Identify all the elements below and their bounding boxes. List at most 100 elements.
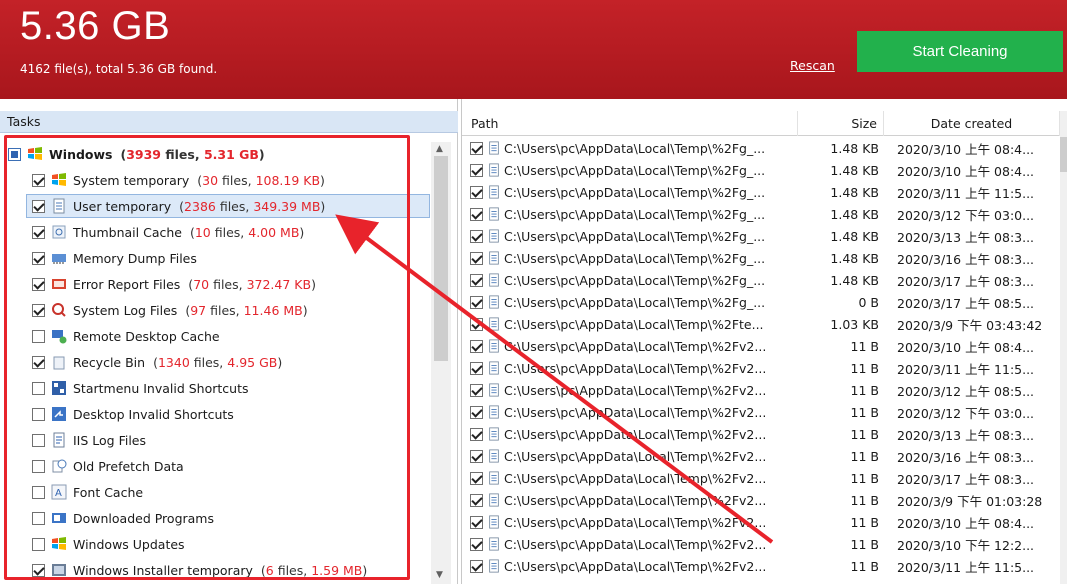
task-checkbox[interactable] — [32, 173, 45, 187]
task-checkbox[interactable] — [32, 225, 45, 239]
task-item-thumbnail-cache[interactable]: Thumbnail Cache (10 files, 4.00 MB) — [32, 220, 430, 244]
file-checkbox[interactable] — [470, 317, 483, 331]
file-row[interactable]: C:\Users\pc\AppData\Local\Temp\%2Fte... 1… — [462, 313, 1060, 335]
file-checkbox[interactable] — [470, 405, 483, 419]
file-checkbox[interactable] — [470, 515, 483, 529]
file-row[interactable]: C:\Users\pc\AppData\Local\Temp\%2Fv2... 1… — [462, 357, 1060, 379]
file-row[interactable]: C:\Users\pc\AppData\Local\Temp\%2Fv2... 1… — [462, 335, 1060, 357]
task-item-old-prefetch-data[interactable]: Old Prefetch Data — [32, 454, 430, 478]
file-checkbox[interactable] — [470, 273, 483, 287]
task-checkbox[interactable] — [32, 381, 45, 395]
font-icon: A — [51, 484, 67, 500]
file-checkbox[interactable] — [470, 229, 483, 243]
file-checkbox[interactable] — [470, 493, 483, 507]
task-checkbox[interactable] — [32, 511, 45, 525]
file-row[interactable]: C:\Users\pc\AppData\Local\Temp\%2Fg_... 1… — [462, 269, 1060, 291]
task-checkbox[interactable] — [32, 459, 45, 473]
file-checkbox[interactable] — [470, 537, 483, 551]
task-name: Desktop Invalid Shortcuts — [73, 406, 234, 422]
file-checkbox[interactable] — [470, 361, 483, 375]
file-row[interactable]: C:\Users\pc\AppData\Local\Temp\%2Fg_... 0… — [462, 291, 1060, 313]
task-checkbox[interactable] — [32, 485, 45, 499]
start-cleaning-button[interactable]: Start Cleaning — [857, 31, 1063, 72]
file-icon — [487, 272, 501, 288]
file-size: 1.48 KB — [830, 184, 879, 200]
file-checkbox[interactable] — [470, 471, 483, 485]
task-checkbox[interactable] — [32, 277, 45, 291]
file-checkbox[interactable] — [470, 295, 483, 309]
task-item-iis-log-files[interactable]: IIS Log Files — [32, 428, 430, 452]
file-row[interactable]: C:\Users\pc\AppData\Local\Temp\%2Fg_... 1… — [462, 159, 1060, 181]
file-row[interactable]: C:\Users\pc\AppData\Local\Temp\%2Fg_... 1… — [462, 247, 1060, 269]
task-item-recycle-bin[interactable]: Recycle Bin (1340 files, 4.95 GB) — [32, 350, 430, 374]
file-row[interactable]: C:\Users\pc\AppData\Local\Temp\%2Fv2... 1… — [462, 445, 1060, 467]
column-header-size[interactable]: Size — [798, 111, 884, 136]
task-item-startmenu-invalid-shortcuts[interactable]: Startmenu Invalid Shortcuts — [32, 376, 430, 400]
task-item-system-log-files[interactable]: System Log Files (97 files, 11.46 MB) — [32, 298, 430, 322]
task-checkbox[interactable] — [8, 147, 21, 161]
file-row[interactable]: C:\Users\pc\AppData\Local\Temp\%2Fv2... 1… — [462, 467, 1060, 489]
task-item-windows-installer-temporary[interactable]: Windows Installer temporary (6 files, 1.5… — [32, 558, 430, 582]
task-item-desktop-invalid-shortcuts[interactable]: Desktop Invalid Shortcuts — [32, 402, 430, 426]
file-row[interactable]: C:\Users\pc\AppData\Local\Temp\%2Fv2... 1… — [462, 401, 1060, 423]
task-checkbox[interactable] — [32, 329, 45, 343]
scroll-down-icon[interactable]: ▼ — [436, 570, 443, 580]
file-checkbox[interactable] — [470, 339, 483, 353]
column-header-path[interactable]: Path — [462, 111, 798, 136]
file-icon — [487, 382, 501, 398]
file-size: 11 B — [850, 382, 879, 398]
files-scrollbar[interactable] — [1060, 111, 1067, 584]
scrollbar-thumb[interactable] — [434, 156, 448, 361]
task-checkbox[interactable] — [32, 433, 45, 447]
file-size: 11 B — [850, 492, 879, 508]
file-row[interactable]: C:\Users\pc\AppData\Local\Temp\%2Fv2... 1… — [462, 423, 1060, 445]
task-item-downloaded-programs[interactable]: Downloaded Programs — [32, 506, 430, 530]
file-checkbox[interactable] — [470, 141, 483, 155]
task-checkbox[interactable] — [32, 199, 45, 213]
task-item-windows[interactable]: Windows (3939 files, 5.31 GB) — [8, 142, 430, 166]
task-checkbox[interactable] — [32, 537, 45, 551]
file-row[interactable]: C:\Users\pc\AppData\Local\Temp\%2Fv2... 1… — [462, 533, 1060, 555]
task-item-font-cache[interactable]: A Font Cache — [32, 480, 430, 504]
file-row[interactable]: C:\Users\pc\AppData\Local\Temp\%2Fg_... 1… — [462, 203, 1060, 225]
task-item-memory-dump-files[interactable]: Memory Dump Files — [32, 246, 430, 270]
file-checkbox[interactable] — [470, 163, 483, 177]
file-checkbox[interactable] — [470, 383, 483, 397]
task-item-windows-updates[interactable]: Windows Updates — [32, 532, 430, 556]
scroll-up-icon[interactable]: ▲ — [436, 144, 443, 154]
file-row[interactable]: C:\Users\pc\AppData\Local\Temp\%2Fv2... 1… — [462, 379, 1060, 401]
task-item-remote-desktop-cache[interactable]: Remote Desktop Cache — [32, 324, 430, 348]
file-row[interactable]: C:\Users\pc\AppData\Local\Temp\%2Fg_... 1… — [462, 225, 1060, 247]
task-item-user-temporary[interactable]: User temporary (2386 files, 349.39 MB) — [26, 194, 430, 218]
task-name: Windows Installer temporary — [73, 562, 253, 578]
file-date: 2020/3/13 上午 08:3... — [897, 427, 1035, 443]
task-checkbox[interactable] — [32, 251, 45, 265]
task-checkbox[interactable] — [32, 407, 45, 421]
task-item-error-report-files[interactable]: Error Report Files (70 files, 372.47 KB) — [32, 272, 430, 296]
file-checkbox[interactable] — [470, 449, 483, 463]
task-checkbox[interactable] — [32, 355, 45, 369]
column-header-date[interactable]: Date created — [884, 111, 1060, 136]
task-checkbox[interactable] — [32, 563, 45, 577]
file-checkbox[interactable] — [470, 427, 483, 441]
file-checkbox[interactable] — [470, 251, 483, 265]
file-checkbox[interactable] — [470, 185, 483, 199]
file-date: 2020/3/16 上午 08:3... — [897, 449, 1035, 465]
file-date: 2020/3/16 上午 08:3... — [897, 251, 1035, 267]
rescan-link[interactable]: Rescan — [790, 58, 835, 73]
file-checkbox[interactable] — [470, 207, 483, 221]
file-icon — [51, 198, 67, 214]
file-date: 2020/3/12 下午 03:0... — [897, 207, 1035, 223]
file-row[interactable]: C:\Users\pc\AppData\Local\Temp\%2Fv2... 1… — [462, 555, 1060, 577]
file-row[interactable]: C:\Users\pc\AppData\Local\Temp\%2Fg_... 1… — [462, 137, 1060, 159]
scrollbar-thumb[interactable] — [1060, 137, 1067, 172]
file-checkbox[interactable] — [470, 559, 483, 573]
task-checkbox[interactable] — [32, 303, 45, 317]
task-item-system-temporary[interactable]: System temporary (30 files, 108.19 KB) — [32, 168, 430, 192]
file-row[interactable]: C:\Users\pc\AppData\Local\Temp\%2Fv2... 1… — [462, 489, 1060, 511]
file-row[interactable]: C:\Users\pc\AppData\Local\Temp\%2Fg_... 1… — [462, 181, 1060, 203]
tasks-scrollbar[interactable]: ▲ ▼ — [431, 142, 451, 584]
file-row[interactable]: C:\Users\pc\AppData\Local\Temp\%2Fv2... 1… — [462, 511, 1060, 533]
error-report-icon — [51, 276, 67, 292]
file-path: C:\Users\pc\AppData\Local\Temp\%2Fv2... — [504, 470, 767, 486]
